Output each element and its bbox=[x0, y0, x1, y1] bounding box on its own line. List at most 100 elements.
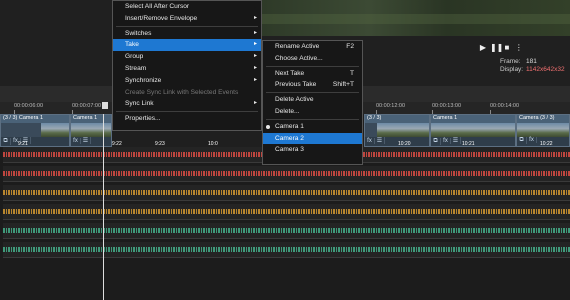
event-label: Camera 1 bbox=[433, 115, 458, 121]
menu-item-switches[interactable]: Switches ▸ bbox=[113, 28, 261, 40]
menu-item-label: Rename Active bbox=[275, 43, 320, 50]
fx-icon[interactable]: fx bbox=[441, 138, 451, 144]
menu-item-label: Take bbox=[125, 41, 139, 49]
take-item-camera-3[interactable]: Camera 3 bbox=[263, 144, 362, 156]
take-item-camera-2[interactable]: Camera 2 bbox=[263, 132, 362, 145]
menu-item-select-all-after-cursor[interactable]: Select All After Cursor bbox=[113, 1, 261, 13]
audio-lane[interactable] bbox=[3, 185, 570, 201]
menu-item-properties[interactable]: Properties... bbox=[113, 113, 261, 125]
playhead-line bbox=[103, 114, 104, 300]
ruler-tick: 00:00:14:00 bbox=[490, 103, 520, 114]
menu-item-synchronize[interactable]: Synchronize ▸ bbox=[113, 75, 261, 87]
event-menu-icon[interactable]: ☰ bbox=[451, 137, 461, 144]
menu-shortcut: Shift+T bbox=[332, 81, 354, 89]
menu-item-label: Group bbox=[125, 53, 144, 61]
event-take-count: (3 / 3) bbox=[367, 115, 382, 121]
submenu-arrow-icon: ▸ bbox=[253, 64, 257, 71]
take-item-rename-active[interactable]: Rename Active F2 bbox=[263, 41, 362, 53]
menu-item-label: Delete Active bbox=[275, 96, 314, 104]
video-preview-frame bbox=[262, 0, 570, 36]
audio-waveform bbox=[3, 247, 570, 252]
take-item-next-take[interactable]: Next Take T bbox=[263, 68, 362, 80]
frame-value: 181 bbox=[526, 58, 537, 65]
submenu-arrow-icon: ▸ bbox=[253, 41, 257, 48]
audio-lane[interactable] bbox=[3, 242, 570, 258]
event-label: Camera bbox=[519, 115, 539, 121]
audio-lane[interactable] bbox=[3, 223, 570, 239]
menu-item-label: Stream bbox=[125, 64, 147, 72]
event-label: Camera 1 bbox=[73, 115, 98, 121]
menu-item-label: Switches bbox=[125, 29, 152, 37]
play-icon[interactable]: ▶ bbox=[478, 43, 488, 52]
display-label: Display: bbox=[500, 66, 524, 73]
ruler-tick: 00:00:13:00 bbox=[432, 103, 462, 114]
ruler-tick: 00:00:07:00 bbox=[72, 103, 102, 114]
menu-item-group[interactable]: Group ▸ bbox=[113, 51, 261, 63]
submenu-arrow-icon: ▸ bbox=[253, 100, 257, 107]
menu-item-label: Choose Active... bbox=[275, 54, 323, 62]
menu-item-label: Camera 3 bbox=[275, 146, 304, 154]
playhead-marker[interactable] bbox=[102, 102, 108, 109]
take-item-delete[interactable]: Delete... bbox=[263, 106, 362, 118]
submenu-arrow-icon: ▸ bbox=[253, 76, 257, 83]
menu-item-sync-link[interactable]: Sync Link ▸ bbox=[113, 98, 261, 110]
preview-info: Frame: 181 Display: 1142x642x32 bbox=[500, 58, 565, 74]
frame-label: Frame: bbox=[500, 58, 521, 65]
stop-icon[interactable]: ■ bbox=[502, 43, 512, 52]
audio-waveform bbox=[3, 190, 570, 195]
crop-icon[interactable]: ⧉ bbox=[1, 138, 11, 145]
submenu-arrow-icon: ▸ bbox=[253, 14, 257, 21]
event-menu-icon[interactable]: ☰ bbox=[81, 137, 91, 144]
menu-separator bbox=[116, 25, 258, 27]
menu-separator bbox=[266, 65, 359, 67]
fx-icon[interactable]: fx bbox=[365, 138, 375, 144]
fx-icon[interactable]: fx bbox=[71, 138, 81, 144]
menu-item-create-sync-link-with-selected-events: Create Sync Link with Selected Events bbox=[113, 87, 261, 99]
menu-separator bbox=[266, 118, 359, 120]
more-options-icon[interactable]: ⋮ bbox=[514, 43, 524, 52]
audio-lane[interactable] bbox=[3, 166, 570, 182]
crop-icon[interactable]: ⧉ bbox=[431, 138, 441, 145]
crop-icon[interactable]: ⧉ bbox=[517, 137, 527, 144]
menu-item-label: Select All After Cursor bbox=[125, 3, 190, 10]
menu-item-label: Camera 2 bbox=[275, 134, 304, 142]
audio-waveform bbox=[3, 209, 570, 214]
menu-item-take[interactable]: Take ▸ bbox=[113, 39, 261, 52]
audio-waveform bbox=[3, 171, 570, 176]
menu-shortcut: T bbox=[349, 69, 354, 77]
display-value: 1142x642x32 bbox=[526, 66, 565, 73]
menu-item-label: Delete... bbox=[275, 107, 300, 115]
menu-item-label: Properties... bbox=[125, 115, 161, 123]
menu-item-label: Next Take bbox=[275, 69, 305, 77]
menu-item-label: Previous Take bbox=[275, 81, 317, 89]
audio-lane[interactable] bbox=[3, 204, 570, 220]
take-item-delete-active[interactable]: Delete Active bbox=[263, 94, 362, 106]
menu-item-stream[interactable]: Stream ▸ bbox=[113, 63, 261, 75]
menu-shortcut: F2 bbox=[346, 43, 354, 50]
submenu-arrow-icon: ▸ bbox=[253, 29, 257, 36]
event-take-count: (3 / 3) bbox=[3, 115, 18, 121]
ruler-tick: 00:00:06:00 bbox=[14, 103, 44, 114]
event-label: Camera 1 bbox=[18, 115, 44, 121]
video-event[interactable]: (3 / 3) Camera 1 ⧉ fx ☰ bbox=[0, 114, 70, 147]
event-take-count: (3 / 3) bbox=[540, 115, 555, 121]
pause-icon[interactable]: ❚❚ bbox=[490, 43, 503, 52]
take-item-camera-1[interactable]: Camera 1 bbox=[263, 121, 362, 133]
active-bullet-icon bbox=[266, 124, 270, 129]
menu-item-label: Camera 1 bbox=[275, 122, 304, 130]
menu-item-insert-remove-envelope[interactable]: Insert/Remove Envelope ▸ bbox=[113, 13, 261, 25]
ruler-tick: 00:00:12:00 bbox=[376, 103, 406, 114]
take-submenu: Rename Active F2 Choose Active... Next Take… bbox=[262, 40, 363, 165]
take-item-choose-active[interactable]: Choose Active... bbox=[263, 53, 362, 65]
audio-waveform bbox=[3, 228, 570, 233]
fx-icon[interactable]: fx bbox=[527, 137, 537, 143]
submenu-arrow-icon: ▸ bbox=[253, 53, 257, 60]
video-event[interactable]: Camera 1 fx ☰ bbox=[70, 114, 112, 147]
context-menu: Select All After Cursor Insert/Remove Env… bbox=[112, 0, 262, 131]
menu-item-label: Synchronize bbox=[125, 76, 162, 84]
video-event[interactable]: (3 / 3) fx ☰ bbox=[364, 114, 430, 147]
event-menu-icon[interactable]: ☰ bbox=[375, 137, 385, 144]
take-item-previous-take[interactable]: Previous Take Shift+T bbox=[263, 79, 362, 91]
menu-item-label: Insert/Remove Envelope bbox=[125, 14, 198, 22]
menu-item-label: Sync Link bbox=[125, 100, 154, 108]
